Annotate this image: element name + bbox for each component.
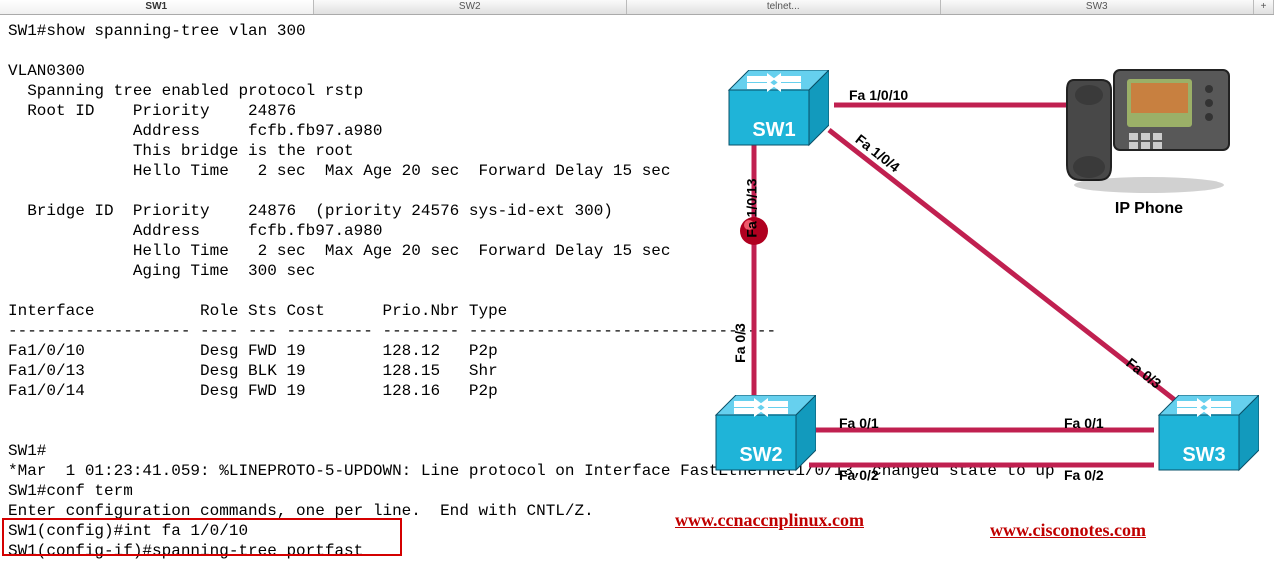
highlight-box (2, 518, 402, 556)
phone-label: IP Phone (1059, 200, 1239, 218)
sw2-label: SW2 (706, 444, 816, 467)
tab-sw3[interactable]: SW3 (941, 0, 1255, 14)
link-fa1010: Fa 1/0/10 (849, 87, 908, 103)
term-line: Fa1/0/13 Desg BLK 19 128.15 Shr (8, 362, 498, 380)
tab-telnet[interactable]: telnet... (627, 0, 941, 14)
link-fa03a: Fa 0/3 (732, 323, 748, 363)
term-line: Aging Time 300 sec (8, 262, 315, 280)
device-ipphone: IP Phone (1059, 55, 1239, 218)
link-fa01a: Fa 0/1 (839, 415, 879, 431)
sw3-label: SW3 (1149, 444, 1259, 467)
term-line: Address fcfb.fb97.a980 (8, 122, 382, 140)
sw1-label: SW1 (719, 119, 829, 142)
term-line: Hello Time 2 sec Max Age 20 sec Forward … (8, 162, 671, 180)
tab-sw2[interactable]: SW2 (314, 0, 628, 14)
url-ccnaccnplinux[interactable]: www.ccnaccnplinux.com (675, 510, 864, 531)
term-line: Root ID Priority 24876 (8, 102, 296, 120)
link-fa03b: Fa 0/3 (1123, 354, 1164, 391)
network-diagram: SW1 SW2 (634, 35, 1274, 535)
device-sw2: SW2 (706, 395, 816, 479)
link-fa02a: Fa 0/2 (839, 467, 879, 483)
phone-icon (1059, 55, 1239, 195)
main-area: SW1#show spanning-tree vlan 300 VLAN0300… (0, 15, 1274, 555)
device-sw3: SW3 (1149, 395, 1259, 479)
term-line: VLAN0300 (8, 62, 85, 80)
term-line: Address fcfb.fb97.a980 (8, 222, 382, 240)
device-sw1: SW1 (719, 70, 829, 154)
term-line: Bridge ID Priority 24876 (priority 24576… (8, 202, 613, 220)
term-line: Hello Time 2 sec Max Age 20 sec Forward … (8, 242, 671, 260)
tab-sw1[interactable]: SW1 (0, 0, 314, 14)
term-line: This bridge is the root (8, 142, 354, 160)
tab-bar: SW1 SW2 telnet... SW3 + (0, 0, 1274, 15)
link-fa104: Fa 1/0/4 (853, 131, 903, 175)
term-line: Spanning tree enabled protocol rstp (8, 82, 363, 100)
term-line: SW1#show spanning-tree vlan 300 (8, 22, 306, 40)
term-line: Fa1/0/14 Desg FWD 19 128.16 P2p (8, 382, 498, 400)
link-fa01b: Fa 0/1 (1064, 415, 1104, 431)
url-cisconotes[interactable]: www.cisconotes.com (990, 520, 1146, 541)
term-line: SW1# (8, 442, 46, 460)
link-fa02b: Fa 0/2 (1064, 467, 1104, 483)
term-line: Interface Role Sts Cost Prio.Nbr Type (8, 302, 507, 320)
term-line: Fa1/0/10 Desg FWD 19 128.12 P2p (8, 342, 498, 360)
term-line: SW1#conf term (8, 482, 133, 500)
link-fa1013: Fa 1/0/13 (744, 178, 760, 237)
tab-add-button[interactable]: + (1254, 0, 1274, 14)
